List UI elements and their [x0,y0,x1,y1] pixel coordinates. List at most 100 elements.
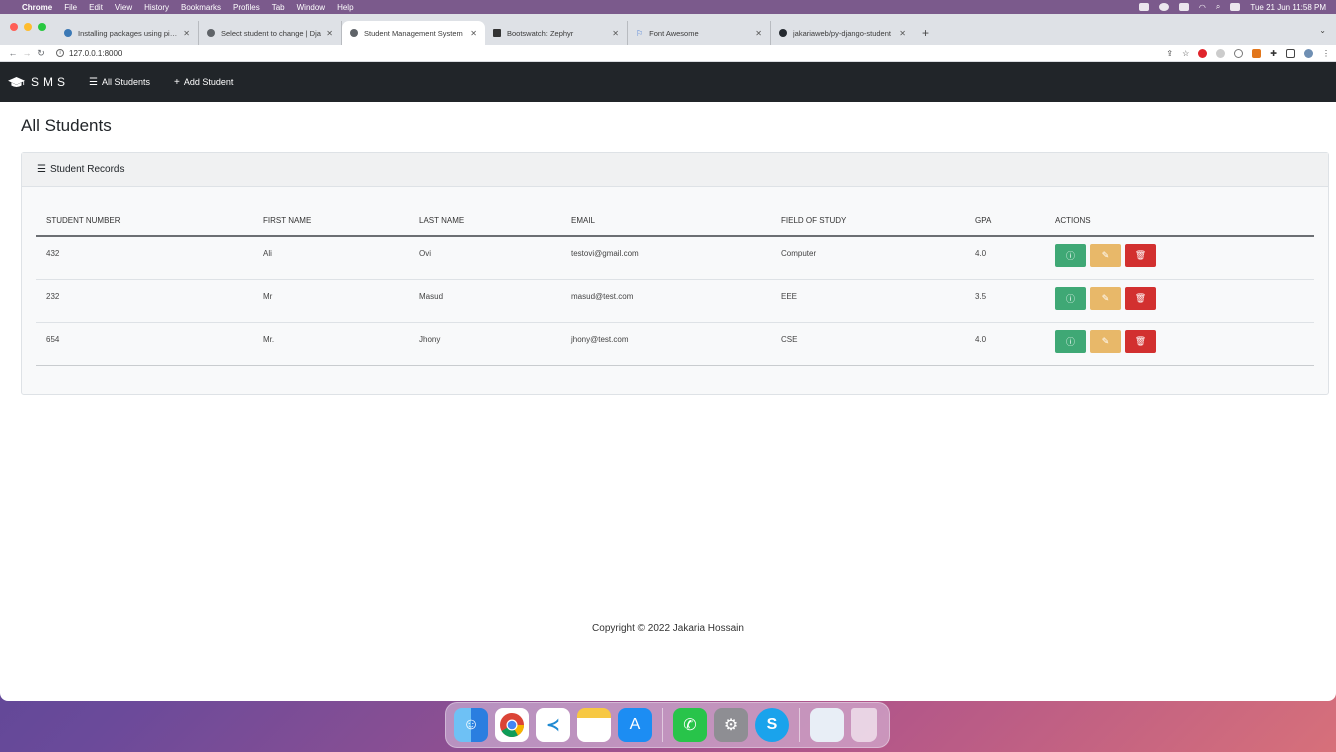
view-student-button[interactable]: ⓘ [1055,244,1086,267]
browser-window: Installing packages using pip a ✕ Select… [0,14,1336,701]
close-window-button[interactable] [10,23,18,31]
control-center-icon[interactable] [1230,3,1241,11]
menu-app-name[interactable]: Chrome [22,3,52,12]
menu-view[interactable]: View [115,3,132,12]
cell-email: testovi@gmail.com [561,236,771,280]
tab-search-chevron-icon[interactable]: ⌄ [1319,26,1326,35]
browser-tab[interactable]: Bootswatch: Zephyr ✕ [485,21,628,45]
browser-tab[interactable]: ⚐ Font Awesome ✕ [628,21,771,45]
table-header-row: STUDENT NUMBER FIRST NAME LAST NAME EMAI… [36,203,1314,237]
menu-history[interactable]: History [144,3,169,12]
cell-email: jhony@test.com [561,322,771,366]
nav-all-students[interactable]: ☰ All Students [89,77,150,88]
close-tab-icon[interactable]: ✕ [326,29,333,38]
browser-tab[interactable]: Select student to change | Dja ✕ [199,21,342,45]
profile-avatar-icon[interactable] [1304,48,1313,58]
close-tab-icon[interactable]: ✕ [612,29,619,38]
preview-icon[interactable] [810,708,844,742]
view-student-button[interactable]: ⓘ [1055,286,1086,310]
edit-icon: ✎ [1101,250,1110,260]
metamask-extension-icon[interactable] [1252,48,1262,58]
col-first-name: FIRST NAME [253,203,409,237]
extensions-puzzle-icon[interactable]: ✚ [1270,49,1277,58]
side-panel-icon[interactable] [1286,48,1295,58]
site-info-icon[interactable]: i [56,49,64,57]
menu-tab[interactable]: Tab [272,3,285,12]
delete-student-button[interactable]: 🗑 [1125,329,1156,353]
url-field[interactable]: i 127.0.0.1:8000 [56,49,122,58]
cell-field-of-study: EEE [771,279,965,323]
system-preferences-icon[interactable]: ⚙ [714,708,748,742]
card-title: Student Records [49,164,125,175]
chrome-icon[interactable] [495,708,529,742]
forward-icon[interactable]: → [20,48,34,58]
cell-student-number: 654 [36,322,253,366]
edit-student-button[interactable]: ✎ [1090,244,1121,267]
share-icon[interactable]: ⇪ [1166,49,1173,58]
plus-icon: + [174,76,180,88]
reload-icon[interactable]: ↻ [34,48,48,59]
menu-profiles[interactable]: Profiles [233,3,260,12]
nav-add-student-label: Add Student [183,77,234,87]
cell-field-of-study: Computer [771,236,965,280]
bookmark-star-icon[interactable]: ☆ [1182,49,1189,58]
wifi-icon[interactable]: ◠ [1199,3,1206,12]
maximize-window-button[interactable] [38,23,46,31]
menu-edit[interactable]: Edit [89,3,103,12]
python-icon [64,29,72,37]
notes-icon[interactable] [577,708,611,742]
edit-student-button[interactable]: ✎ [1090,329,1121,353]
app-navbar: SMS ☰ All Students + Add Student [0,62,1336,102]
browser-tab[interactable]: Installing packages using pip a ✕ [56,21,199,45]
cell-gpa: 3.5 [965,279,1045,323]
extension-icon[interactable] [1216,48,1226,58]
app-store-icon[interactable]: A [618,708,652,742]
new-tab-icon[interactable]: + [922,26,929,40]
menu-clock[interactable]: Tue 21 Jun 11:58 PM [1250,3,1326,12]
main-content: All Students ☰ Student Records STUDENT N… [0,102,1336,649]
back-icon[interactable]: ← [6,48,20,58]
card-header: ☰ Student Records [22,153,1328,187]
tab-title: Bootswatch: Zephyr [507,28,574,38]
minimize-window-button[interactable] [24,23,32,31]
spotlight-search-icon[interactable]: ⌕ [1216,2,1220,12]
menu-bookmarks[interactable]: Bookmarks [181,3,221,12]
close-tab-icon[interactable]: ✕ [755,29,762,38]
vscode-icon[interactable]: ≺ [536,708,570,742]
card-body: STUDENT NUMBER FIRST NAME LAST NAME EMAI… [22,187,1328,394]
do-not-disturb-icon[interactable] [1158,3,1169,11]
menu-help[interactable]: Help [337,3,353,12]
skype-icon[interactable]: S [755,708,789,742]
row-actions: ⓘ ✎ 🗑 [1055,244,1304,267]
table-row: 432 Ali Ovi testovi@gmail.com Computer 4… [36,236,1314,280]
info-circle-icon: ⓘ [1065,293,1075,304]
close-tab-icon[interactable]: ✕ [470,29,477,38]
extension-icon[interactable] [1234,48,1244,58]
keyboard-layout-icon[interactable] [1178,3,1189,11]
edit-student-button[interactable]: ✎ [1090,286,1121,310]
page-footer: Copyright © 2022 Jakaria Hossain [592,623,744,634]
brand-link[interactable]: SMS [8,75,69,89]
browser-tab[interactable]: jakariaweb/py-django-student ✕ [771,21,914,45]
adblock-extension-icon[interactable] [1198,48,1208,58]
menu-file[interactable]: File [64,3,77,12]
delete-student-button[interactable]: 🗑 [1125,244,1156,267]
status-shield-icon[interactable] [1138,3,1149,11]
cell-actions: ⓘ ✎ 🗑 [1045,279,1314,323]
browser-menu-icon[interactable]: ⋮ [1322,49,1330,58]
finder-icon[interactable]: ☺ [454,708,488,742]
close-tab-icon[interactable]: ✕ [183,29,190,38]
info-circle-icon: ⓘ [1065,251,1075,261]
nav-add-student[interactable]: + Add Student [174,77,233,88]
url-text[interactable]: 127.0.0.1:8000 [69,49,122,58]
menu-window[interactable]: Window [297,3,325,12]
browser-tab-active[interactable]: Student Management System ✕ [342,21,485,45]
close-tab-icon[interactable]: ✕ [899,29,906,38]
whatsapp-icon[interactable]: ✆ [673,708,707,742]
delete-student-button[interactable]: 🗑 [1125,286,1156,310]
student-records-card: ☰ Student Records STUDENT NUMBER FIRST N… [21,152,1329,395]
trash-icon[interactable] [851,708,877,742]
macos-dock: ☺ ≺ A ✆ ⚙ S [445,702,890,748]
students-table: STUDENT NUMBER FIRST NAME LAST NAME EMAI… [36,203,1314,366]
view-student-button[interactable]: ⓘ [1055,329,1086,353]
